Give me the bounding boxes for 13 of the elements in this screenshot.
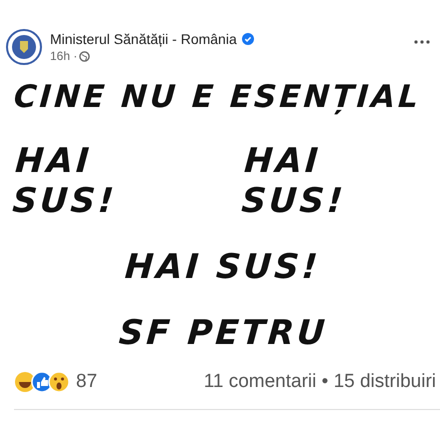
post-time[interactable]: 16h · xyxy=(50,49,78,63)
comments-shares[interactable]: 11 comentarii • 15 distribuiri xyxy=(204,371,436,393)
handwritten-text: HAI SUS! xyxy=(124,247,322,287)
reaction-count[interactable]: 87 xyxy=(76,371,98,393)
reaction-icons[interactable] xyxy=(14,371,70,393)
handwritten-text: SF PETRU xyxy=(117,313,329,353)
handwritten-text: HAI SUS! xyxy=(11,141,120,221)
globe-icon xyxy=(79,50,90,62)
author-name[interactable]: Ministerul Sănătății - România xyxy=(50,31,237,47)
handwritten-text: HAI SUS! xyxy=(240,141,348,221)
more-options-icon[interactable] xyxy=(414,40,430,44)
handwritten-text: CINE NU E ESENȚIAL xyxy=(12,79,422,115)
avatar-icon[interactable] xyxy=(6,29,42,65)
